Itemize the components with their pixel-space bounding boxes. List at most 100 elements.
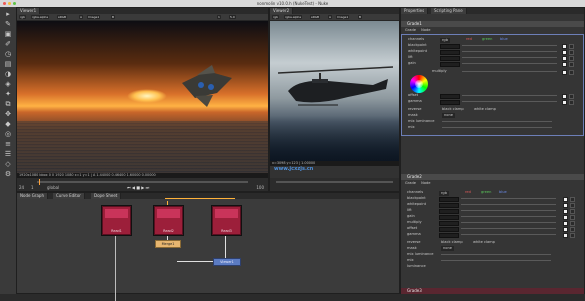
node-read2[interactable]: Read2 [154, 206, 183, 235]
draw-icon[interactable]: ✐ [3, 40, 13, 48]
color-swatch-alt[interactable] [569, 100, 574, 105]
color-swatch-alt[interactable] [569, 62, 574, 67]
grade2-offset-slider[interactable] [461, 228, 556, 229]
color-swatch[interactable] [562, 62, 567, 67]
grade1-tab-grade[interactable]: Grade [405, 28, 416, 32]
tab-dope-sheet[interactable]: Dope Sheet [91, 193, 122, 199]
image-icon[interactable]: ▣ [3, 30, 13, 38]
filter-icon[interactable]: ◈ [3, 80, 13, 88]
frame-field[interactable]: 1 [31, 185, 34, 190]
channel-select[interactable]: rgb [19, 15, 26, 19]
channel-select-2[interactable]: rgb [272, 15, 279, 19]
grade1-blue-toggle[interactable]: blue [500, 37, 508, 42]
input-b-select[interactable]: B [111, 15, 116, 19]
metadata-icon[interactable]: ≡ [3, 140, 13, 148]
grade1-blackpoint-slider[interactable] [462, 45, 557, 46]
grade1-header[interactable]: Grade1 [401, 21, 584, 27]
grade1-mix-slider[interactable] [442, 127, 552, 128]
grade2-gain-slider[interactable] [461, 216, 556, 217]
gain-field[interactable]: 1 [217, 15, 221, 19]
3d-icon[interactable]: ◆ [3, 120, 13, 128]
viewer-right-image[interactable] [270, 21, 399, 161]
fps-field[interactable]: 24 [19, 185, 24, 190]
node-read1[interactable]: Read1 [102, 206, 131, 235]
views-icon[interactable]: ◎ [3, 130, 13, 138]
range-end-field[interactable]: 100 [256, 185, 264, 190]
grade1-gain-slider[interactable] [462, 63, 557, 64]
timeline-track[interactable] [37, 181, 248, 183]
node-viewer1[interactable]: Viewer1 [213, 258, 241, 266]
input-a-select[interactable]: A [79, 15, 84, 19]
grade1-offset-slider[interactable] [462, 95, 557, 96]
node-merge1[interactable]: Merge1 [155, 240, 181, 248]
grade1-gamma-slider[interactable] [462, 101, 557, 102]
grade1-gain-field[interactable] [440, 62, 460, 67]
grade2-tab-node[interactable]: Node [421, 181, 430, 185]
grade2-blackpoint-slider[interactable] [461, 198, 556, 199]
grade2-gamma-slider[interactable] [461, 234, 556, 235]
tab-curve-editor[interactable]: Curve Editor [53, 193, 85, 199]
merge-icon[interactable]: ⧉ [3, 100, 13, 108]
alpha-select[interactable]: rgba.alpha [31, 15, 50, 19]
grade2-header[interactable]: Grade2 [401, 174, 584, 180]
grade2-blue-toggle[interactable]: blue [499, 190, 507, 195]
input-a-select-2[interactable]: A [328, 15, 333, 19]
settings-icon[interactable]: ⚙ [3, 170, 13, 178]
select-tool-icon[interactable]: ▸ [3, 10, 13, 18]
color-swatch[interactable] [562, 100, 567, 105]
grade2-mask-select[interactable]: none [441, 246, 454, 251]
grade1-whitepoint-slider[interactable] [462, 51, 557, 52]
color-swatch[interactable] [562, 70, 567, 75]
node-read3[interactable]: Read3 [212, 206, 241, 235]
color-wheel[interactable] [410, 75, 428, 93]
grade1-tab-node[interactable]: Node [421, 28, 430, 32]
grade1-mix-lum-slider[interactable] [442, 121, 552, 122]
input-b-select-2[interactable]: B [358, 15, 363, 19]
grade2-gamma-field[interactable] [439, 233, 459, 238]
color-swatch[interactable] [563, 233, 568, 238]
tab-scripting-pane[interactable]: Scripting Pane [431, 8, 467, 14]
color-icon[interactable]: ◑ [3, 70, 13, 78]
grade2-red-toggle[interactable]: red [465, 190, 471, 195]
grade2-tab-grade[interactable]: Grade [405, 181, 416, 185]
timeline-track-2[interactable] [276, 181, 393, 183]
alpha-select-2[interactable]: rgba.alpha [284, 15, 303, 19]
toolsets-icon[interactable]: ☰ [3, 150, 13, 158]
grade2-multiply-slider[interactable] [461, 222, 556, 223]
tab-node-graph[interactable]: Node Graph [17, 193, 48, 199]
transform-icon[interactable]: ✥ [3, 110, 13, 118]
tab-properties[interactable]: Properties [401, 8, 429, 14]
time-icon[interactable]: ◷ [3, 50, 13, 58]
grade1-red-toggle[interactable]: red [466, 37, 472, 42]
paint-icon[interactable]: ✎ [3, 20, 13, 28]
colorspace-select-2[interactable]: sRGB [310, 15, 321, 19]
keyer-icon[interactable]: ✦ [3, 90, 13, 98]
grade2-black-clamp[interactable]: black clamp [441, 240, 463, 245]
grade3-header[interactable]: Grade3 [401, 288, 584, 294]
other-icon[interactable]: ◇ [3, 160, 13, 168]
grade2-mix-lum-slider[interactable] [441, 254, 551, 255]
grade2-mix-slider[interactable] [441, 260, 551, 261]
grade2-lift-slider[interactable] [461, 210, 556, 211]
viewer-left-image[interactable] [17, 21, 268, 173]
grade1-white-clamp[interactable]: white clamp [474, 107, 496, 112]
color-swatch-alt[interactable] [569, 70, 574, 75]
grade1-lift-slider[interactable] [462, 57, 557, 58]
input-a-name-2[interactable]: Image1 [336, 15, 350, 19]
colorspace-select[interactable]: sRGB [57, 15, 68, 19]
grade2-white-clamp[interactable]: white clamp [473, 240, 495, 245]
grade1-green-toggle[interactable]: green [482, 37, 492, 42]
mode-select[interactable]: global [47, 185, 59, 190]
color-swatch-alt[interactable] [570, 233, 575, 238]
grade2-green-toggle[interactable]: green [481, 190, 491, 195]
gamma-field[interactable]: 5.0 [229, 15, 236, 19]
channel-icon[interactable]: ▤ [3, 60, 13, 68]
grade2-whitepoint-slider[interactable] [461, 204, 556, 205]
timeline-playhead[interactable] [39, 179, 40, 185]
grade1-multiply-slider[interactable] [462, 71, 557, 72]
grade1-gamma-field[interactable] [440, 100, 460, 105]
grade1-black-clamp[interactable]: black clamp [442, 107, 464, 112]
playback-controls[interactable]: ⏮ ◀ ■ ▶ ⏭ [127, 185, 149, 190]
grade1-mask-select[interactable]: none [442, 113, 455, 118]
input-a-name[interactable]: Image1 [87, 15, 101, 19]
